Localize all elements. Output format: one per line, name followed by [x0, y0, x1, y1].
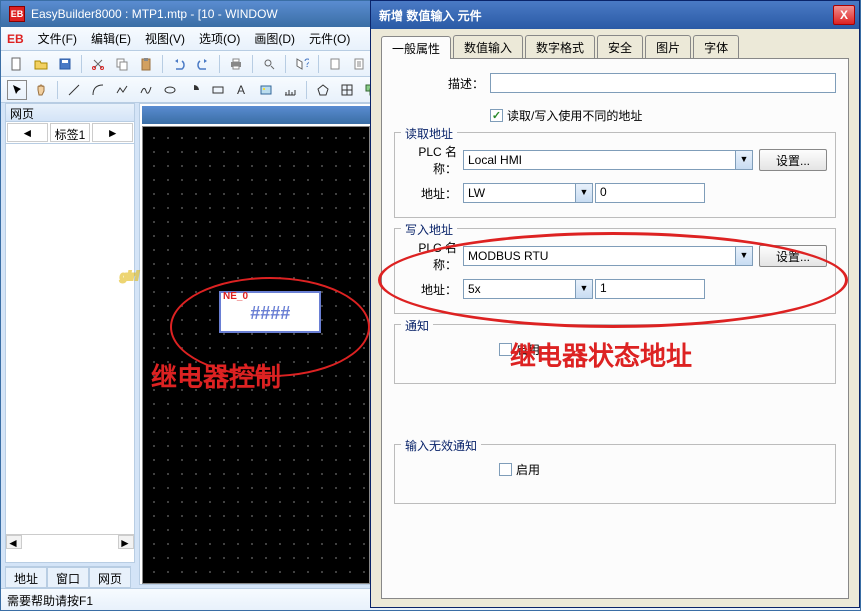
tb-save-icon[interactable]	[55, 54, 75, 74]
tb-polyline-icon[interactable]	[112, 80, 132, 100]
tb-redo-icon[interactable]	[193, 54, 213, 74]
menu-object[interactable]: 元件(O)	[303, 28, 356, 49]
menu-file[interactable]: 文件(F)	[32, 28, 83, 49]
left-panel-hscroll[interactable]: ◄ ►	[6, 534, 134, 550]
scroll-left-icon[interactable]: ◄	[6, 535, 22, 549]
left-tab-1[interactable]: 标签1	[50, 123, 91, 142]
tb-doc2-icon[interactable]	[349, 54, 369, 74]
bottom-tab-page[interactable]: 网页	[89, 567, 131, 588]
tb-copy-icon[interactable]	[112, 54, 132, 74]
tb-text-icon[interactable]: A	[232, 80, 252, 100]
tb-doc1-icon[interactable]	[325, 54, 345, 74]
tb-pie-icon[interactable]	[184, 80, 204, 100]
tb-cut-icon[interactable]	[88, 54, 108, 74]
tab-security[interactable]: 安全	[597, 35, 643, 58]
tb-line-icon[interactable]	[64, 80, 84, 100]
left-tab-strip: ◄ 标签1 ►	[6, 122, 134, 144]
read-plc-label: PLC 名称：	[403, 143, 463, 177]
dialog-titlebar: 新增 数值输入 元件 X	[371, 1, 859, 29]
invalid-enable-label: 启用	[516, 461, 540, 478]
menu-draw[interactable]: 画图(D)	[248, 28, 301, 49]
notify-legend: 通知	[401, 317, 433, 334]
annotation-text-1: 继电器控制	[151, 357, 281, 394]
write-plc-label: PLC 名称：	[403, 239, 463, 273]
tb-help-icon[interactable]: ?	[292, 54, 312, 74]
left-panel-body	[6, 144, 134, 534]
tb-ellipse-icon[interactable]	[160, 80, 180, 100]
tb-rect-icon[interactable]	[208, 80, 228, 100]
tb-pointer-icon[interactable]	[7, 80, 27, 100]
tab-image[interactable]: 图片	[645, 35, 691, 58]
chevron-down-icon[interactable]: ▼	[735, 151, 752, 169]
dialog-page-general: 描述： 读取/写入使用不同的地址 读取地址 PLC 名称： Local HMI▼…	[381, 59, 849, 599]
fieldset-notify: 通知 启用	[394, 324, 836, 384]
chevron-down-icon[interactable]: ▼	[575, 184, 592, 202]
menu-option[interactable]: 选项(O)	[193, 28, 246, 49]
diff-addr-checkbox[interactable]	[490, 109, 503, 122]
dialog-close-button[interactable]: X	[833, 5, 855, 25]
invalid-legend: 输入无效通知	[401, 437, 481, 454]
tab-general[interactable]: 一般属性	[381, 36, 451, 59]
tab-font[interactable]: 字体	[693, 35, 739, 58]
write-addr-legend: 写入地址	[401, 221, 457, 238]
left-tab-prev[interactable]: ◄	[7, 123, 48, 142]
tb-hand-icon[interactable]	[31, 80, 51, 100]
desc-input[interactable]	[490, 73, 836, 93]
tb-scale-icon[interactable]	[280, 80, 300, 100]
left-panel: 网页 ◄ 标签1 ► ◄ ►	[5, 103, 135, 563]
fieldset-invalid-notify: 输入无效通知 启用	[394, 444, 836, 504]
chevron-down-icon[interactable]: ▼	[735, 247, 752, 265]
write-settings-button[interactable]: 设置...	[759, 245, 827, 267]
svg-text:?: ?	[304, 57, 309, 70]
write-addr-value-input[interactable]: 1	[595, 279, 705, 299]
scroll-right-icon[interactable]: ►	[118, 535, 134, 549]
tb-spline-icon[interactable]	[136, 80, 156, 100]
notify-enable-checkbox[interactable]	[499, 343, 512, 356]
read-addr-legend: 读取地址	[401, 125, 457, 142]
invalid-enable-checkbox[interactable]	[499, 463, 512, 476]
notify-enable-label: 启用	[516, 341, 540, 358]
menu-edit[interactable]: 编辑(E)	[85, 28, 137, 49]
tb-open-icon[interactable]	[31, 54, 51, 74]
bottom-tab-win[interactable]: 窗口	[47, 567, 89, 588]
dialog-numeric-input: 新增 数值输入 元件 X 一般属性 数值输入 数字格式 安全 图片 字体 描述：…	[370, 0, 860, 608]
read-plc-combo[interactable]: Local HMI▼	[463, 150, 753, 170]
menu-eb: EB	[7, 32, 24, 46]
tb-print-icon[interactable]	[226, 54, 246, 74]
dialog-title: 新增 数值输入 元件	[379, 7, 833, 24]
app-icon: EB	[9, 6, 25, 22]
tb-paste-icon[interactable]	[136, 54, 156, 74]
tb-arc-icon[interactable]	[88, 80, 108, 100]
canvas-workspace[interactable]: NE_0 #### 继电器控制	[142, 126, 370, 584]
desc-label: 描述：	[394, 75, 490, 92]
menu-view[interactable]: 视图(V)	[139, 28, 191, 49]
tab-numeric-input[interactable]: 数值输入	[453, 35, 523, 58]
read-addr-label: 地址：	[403, 185, 463, 202]
tb-polygon-icon[interactable]	[313, 80, 333, 100]
tb-new-icon[interactable]	[7, 54, 27, 74]
read-addr-value-input[interactable]: 0	[595, 183, 705, 203]
svg-text:A: A	[237, 83, 245, 97]
bottom-tab-addr[interactable]: 地址	[5, 567, 47, 588]
dialog-tabs: 一般属性 数值输入 数字格式 安全 图片 字体	[381, 35, 849, 59]
read-addr-type-combo[interactable]: LW▼	[463, 183, 593, 203]
fieldset-read-addr: 读取地址 PLC 名称： Local HMI▼ 设置... 地址： LW▼ 0	[394, 132, 836, 218]
chevron-down-icon[interactable]: ▼	[575, 280, 592, 298]
bottom-tabs: 地址 窗口 网页	[5, 566, 131, 588]
fieldset-write-addr: 写入地址 PLC 名称： MODBUS RTU▼ 设置... 地址： 5x▼ 1	[394, 228, 836, 314]
status-help-text: 需要帮助请按F1	[7, 594, 93, 608]
tb-grid-icon[interactable]	[337, 80, 357, 100]
left-tab-next[interactable]: ►	[92, 123, 133, 142]
read-settings-button[interactable]: 设置...	[759, 149, 827, 171]
tb-undo-icon[interactable]	[169, 54, 189, 74]
write-addr-type-combo[interactable]: 5x▼	[463, 279, 593, 299]
left-panel-title: 网页	[6, 104, 134, 122]
write-addr-label: 地址：	[403, 281, 463, 298]
tb-find-icon[interactable]	[259, 54, 279, 74]
tb-image-icon[interactable]	[256, 80, 276, 100]
tab-number-format[interactable]: 数字格式	[525, 35, 595, 58]
diff-addr-label: 读取/写入使用不同的地址	[507, 107, 642, 124]
write-plc-combo[interactable]: MODBUS RTU▼	[463, 246, 753, 266]
